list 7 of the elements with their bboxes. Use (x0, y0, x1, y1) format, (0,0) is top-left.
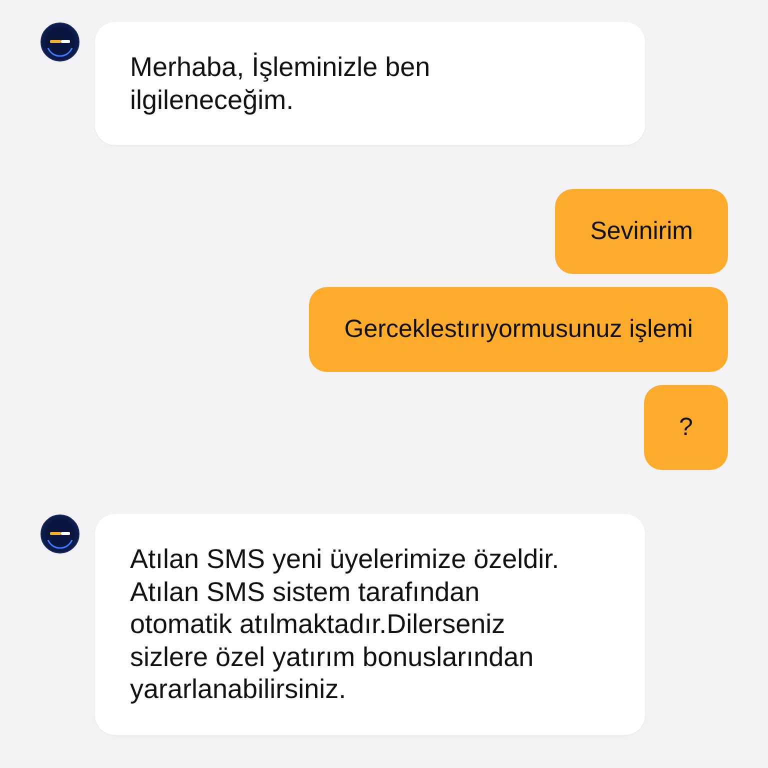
message-bubble: Gerceklestırıyormusunuz işlemi (309, 287, 728, 372)
message-bubble: Atılan SMS yeni üyelerimize özeldir. Atılan SMS sistem tarafından otomatik atılmaktadır.Dilerseniz sizlere özel yatırım bonuslarından yararlanabilirsiniz. (95, 514, 645, 734)
message-bubble: ? (644, 385, 728, 470)
message-bubble: Merhaba, İşleminizle ben ilgileneceğim. (95, 22, 645, 145)
message-bubble: Sevinirim (555, 189, 728, 274)
logo-avatar-icon (40, 514, 80, 554)
logo-avatar-icon (40, 22, 80, 62)
